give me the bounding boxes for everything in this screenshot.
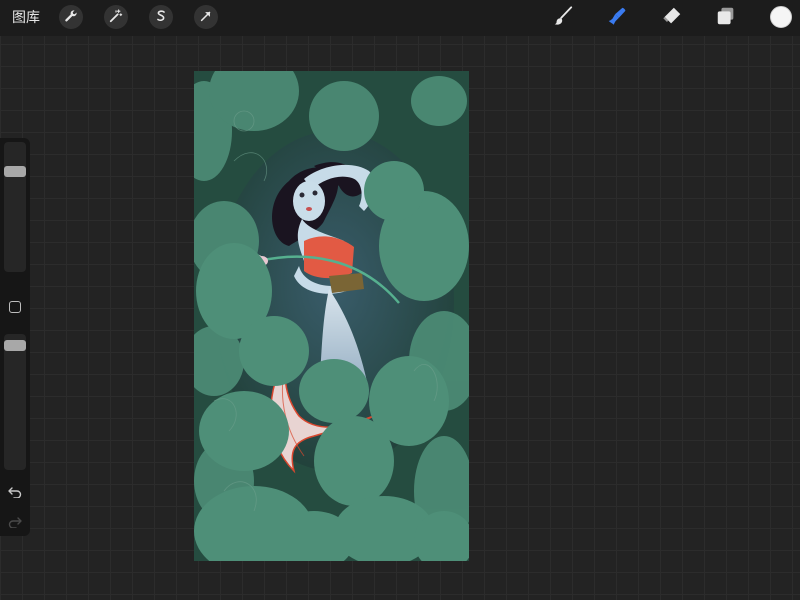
undo-arrow-icon [8,483,22,502]
brush-icon [552,5,574,31]
redo-button[interactable] [7,515,23,529]
procreate-app: 图库 [0,0,800,600]
eraser-tool-button[interactable] [659,5,685,31]
drawing-canvas[interactable] [194,71,469,561]
brush-tool-button[interactable] [550,5,576,31]
brush-size-slider[interactable] [4,142,26,272]
modify-button[interactable] [9,301,21,313]
undo-button[interactable] [7,485,23,499]
wrench-icon [64,8,78,27]
opacity-slider-thumb[interactable] [4,340,26,351]
top-toolbar: 图库 [0,0,800,36]
actions-button[interactable] [59,5,83,29]
brush-size-slider-thumb[interactable] [4,166,26,177]
magic-wand-icon [109,8,123,27]
color-picker-button[interactable] [770,6,792,28]
smudge-tool-button[interactable] [604,5,630,31]
layers-button[interactable] [713,5,739,31]
left-sidebar [0,138,30,536]
selection-button[interactable] [149,5,173,29]
adjustments-button[interactable] [104,5,128,29]
transform-button[interactable] [194,5,218,29]
artwork-illustration [194,71,469,561]
move-arrow-icon [199,8,213,27]
redo-arrow-icon [8,513,22,532]
smudge-icon [606,5,628,31]
gallery-button[interactable]: 图库 [12,9,40,27]
selection-s-icon [154,8,168,27]
opacity-slider[interactable] [4,334,26,470]
eraser-icon [661,5,683,31]
layers-icon [715,5,737,31]
